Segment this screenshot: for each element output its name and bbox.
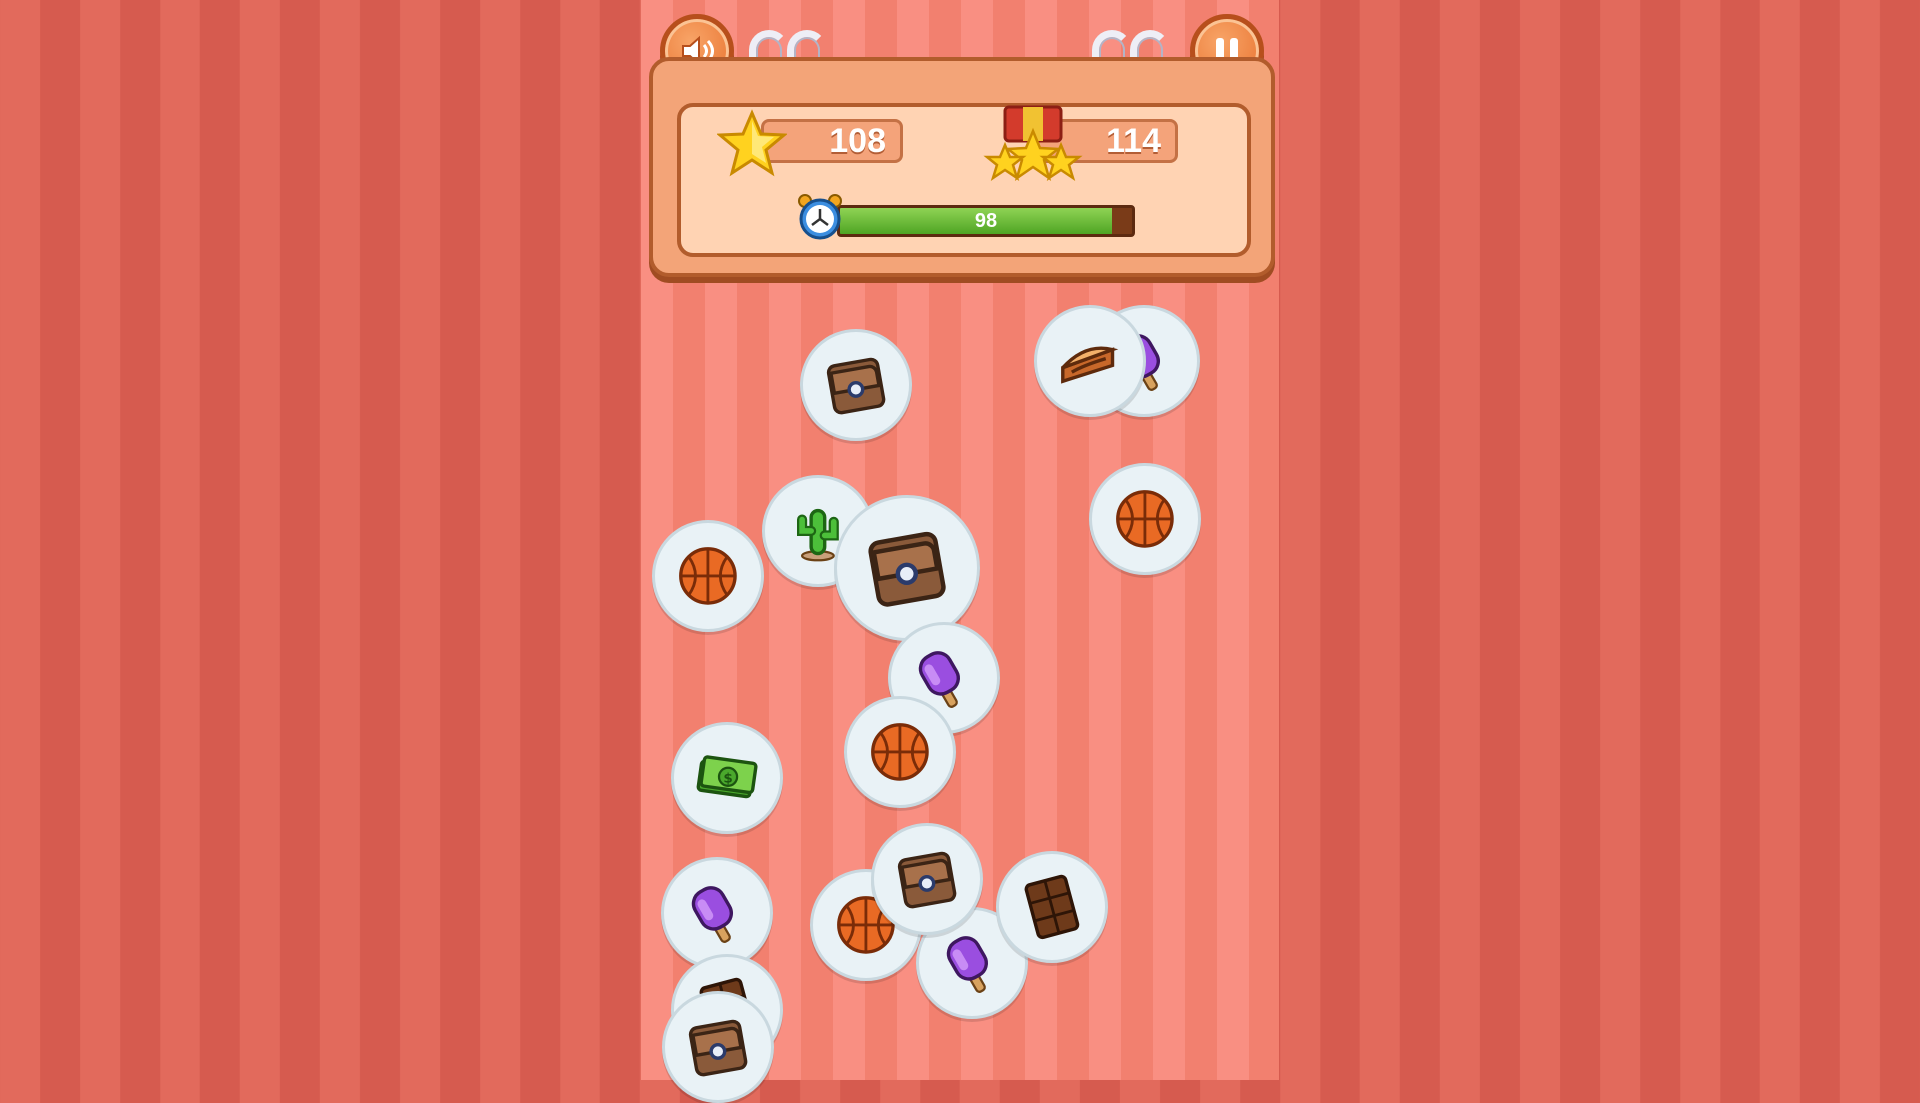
svg-text:$: $ <box>723 771 732 787</box>
star-icon <box>717 109 787 177</box>
wallet-icon <box>803 332 909 438</box>
timer-bar: 98 <box>837 205 1135 237</box>
popsicle-icon <box>664 860 770 966</box>
hud-inner-panel: 108 114 98 <box>677 103 1251 257</box>
tile-wallet[interactable] <box>662 991 774 1103</box>
timer-value: 98 <box>974 210 998 232</box>
tile-chocolate[interactable] <box>996 851 1108 963</box>
tile-basketball[interactable] <box>844 696 956 808</box>
cash-icon: $ <box>674 725 780 831</box>
wallet-icon <box>837 498 977 638</box>
tile-basketball[interactable] <box>1089 463 1201 575</box>
basketball-icon <box>1092 466 1198 572</box>
tile-cash[interactable]: $ <box>671 722 783 834</box>
alarm-clock-icon <box>798 194 842 240</box>
wallet-icon <box>665 994 771 1100</box>
tile-cake[interactable] <box>1034 305 1146 417</box>
tile-wallet[interactable] <box>800 329 912 441</box>
wallet-icon <box>874 826 980 932</box>
basketball-icon <box>847 699 953 805</box>
score-value: 108 <box>829 121 886 160</box>
tile-popsicle[interactable] <box>661 857 773 969</box>
tile-wallet[interactable] <box>871 823 983 935</box>
tile-wallet[interactable] <box>834 495 980 641</box>
target-score-value: 114 <box>1106 121 1161 160</box>
hud-panel: 108 114 98 <box>649 57 1275 277</box>
medal-stars-icon <box>983 105 1083 181</box>
chocolate-icon <box>999 854 1105 960</box>
cake-icon <box>1037 308 1143 414</box>
basketball-icon <box>655 523 761 629</box>
tile-basketball[interactable] <box>652 520 764 632</box>
